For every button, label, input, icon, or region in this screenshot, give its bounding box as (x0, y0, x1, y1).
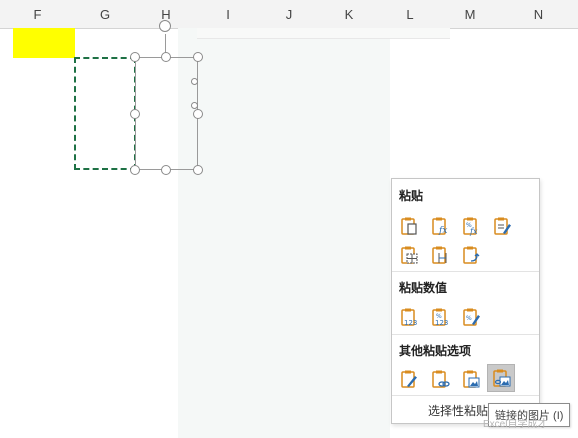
paste-special-menu-item[interactable]: 选择性粘贴 (428, 402, 488, 419)
values-icon[interactable]: 123 (396, 304, 422, 330)
menu-separator (392, 334, 539, 335)
transpose-icon[interactable] (458, 242, 484, 268)
column-header-i[interactable]: I (197, 0, 260, 29)
svg-text:fx: fx (438, 226, 447, 236)
picture-icon[interactable] (458, 366, 484, 392)
svg-text:%: % (466, 315, 472, 322)
rotation-line (165, 34, 166, 54)
resize-handle-top-right[interactable] (193, 52, 203, 62)
pasted-picture-area[interactable] (178, 28, 390, 438)
resize-handle-top-middle[interactable] (161, 52, 171, 62)
keep-column-widths-icon[interactable] (427, 242, 453, 268)
column-header-g[interactable]: G (75, 0, 136, 29)
resize-handle-bottom-left[interactable] (130, 165, 140, 175)
pasted-picture-top-strip (197, 28, 450, 39)
resize-handle-middle-left[interactable] (130, 109, 140, 119)
column-header-j[interactable]: J (259, 0, 320, 29)
svg-text:123: 123 (435, 319, 448, 327)
watermark: Excel自学成才 (483, 419, 548, 430)
menu-separator (392, 395, 539, 396)
paste-icon[interactable] (396, 213, 422, 239)
values-number-format-icon[interactable]: % 123 (427, 304, 453, 330)
selected-shape-frame[interactable] (135, 57, 198, 170)
paste-values-section-header: 粘贴数值 (399, 281, 448, 295)
other-paste-options-header: 其他粘贴选项 (399, 344, 472, 358)
svg-text:123: 123 (404, 319, 417, 327)
svg-text:fx: fx (469, 227, 478, 236)
column-header-m[interactable]: M (441, 0, 500, 29)
paste-formulas-number-format-icon[interactable]: % fx (458, 213, 484, 239)
paste-formulas-icon[interactable]: fx (427, 213, 453, 239)
highlighted-cell[interactable] (13, 28, 75, 58)
formatting-icon[interactable] (396, 366, 422, 392)
resize-handle-bottom-middle[interactable] (161, 165, 171, 175)
paste-section-header: 粘贴 (399, 189, 424, 203)
menu-separator (392, 271, 539, 272)
paste-options-menu: 粘贴 fx % fx 粘贴数值 123 % 123 % 其他粘贴选项 选择性粘贴 (391, 178, 540, 424)
resize-handle-top-left[interactable] (130, 52, 140, 62)
paste-link-icon[interactable] (427, 366, 453, 392)
column-header-f[interactable]: F (0, 0, 76, 29)
values-source-formatting-icon[interactable]: % (458, 304, 484, 330)
column-header-k[interactable]: K (319, 0, 380, 29)
column-header-l[interactable]: L (379, 0, 442, 29)
copy-marquee (74, 57, 136, 170)
shape-adjust-handle[interactable] (191, 102, 198, 109)
linked-picture-icon[interactable] (487, 364, 515, 392)
rotation-handle[interactable] (159, 20, 171, 32)
resize-handle-bottom-right[interactable] (193, 165, 203, 175)
shape-adjust-handle[interactable] (191, 78, 198, 85)
no-borders-icon[interactable] (396, 242, 422, 268)
resize-handle-middle-right[interactable] (193, 109, 203, 119)
column-header-n[interactable]: N (499, 0, 578, 29)
keep-source-formatting-icon[interactable] (489, 213, 515, 239)
